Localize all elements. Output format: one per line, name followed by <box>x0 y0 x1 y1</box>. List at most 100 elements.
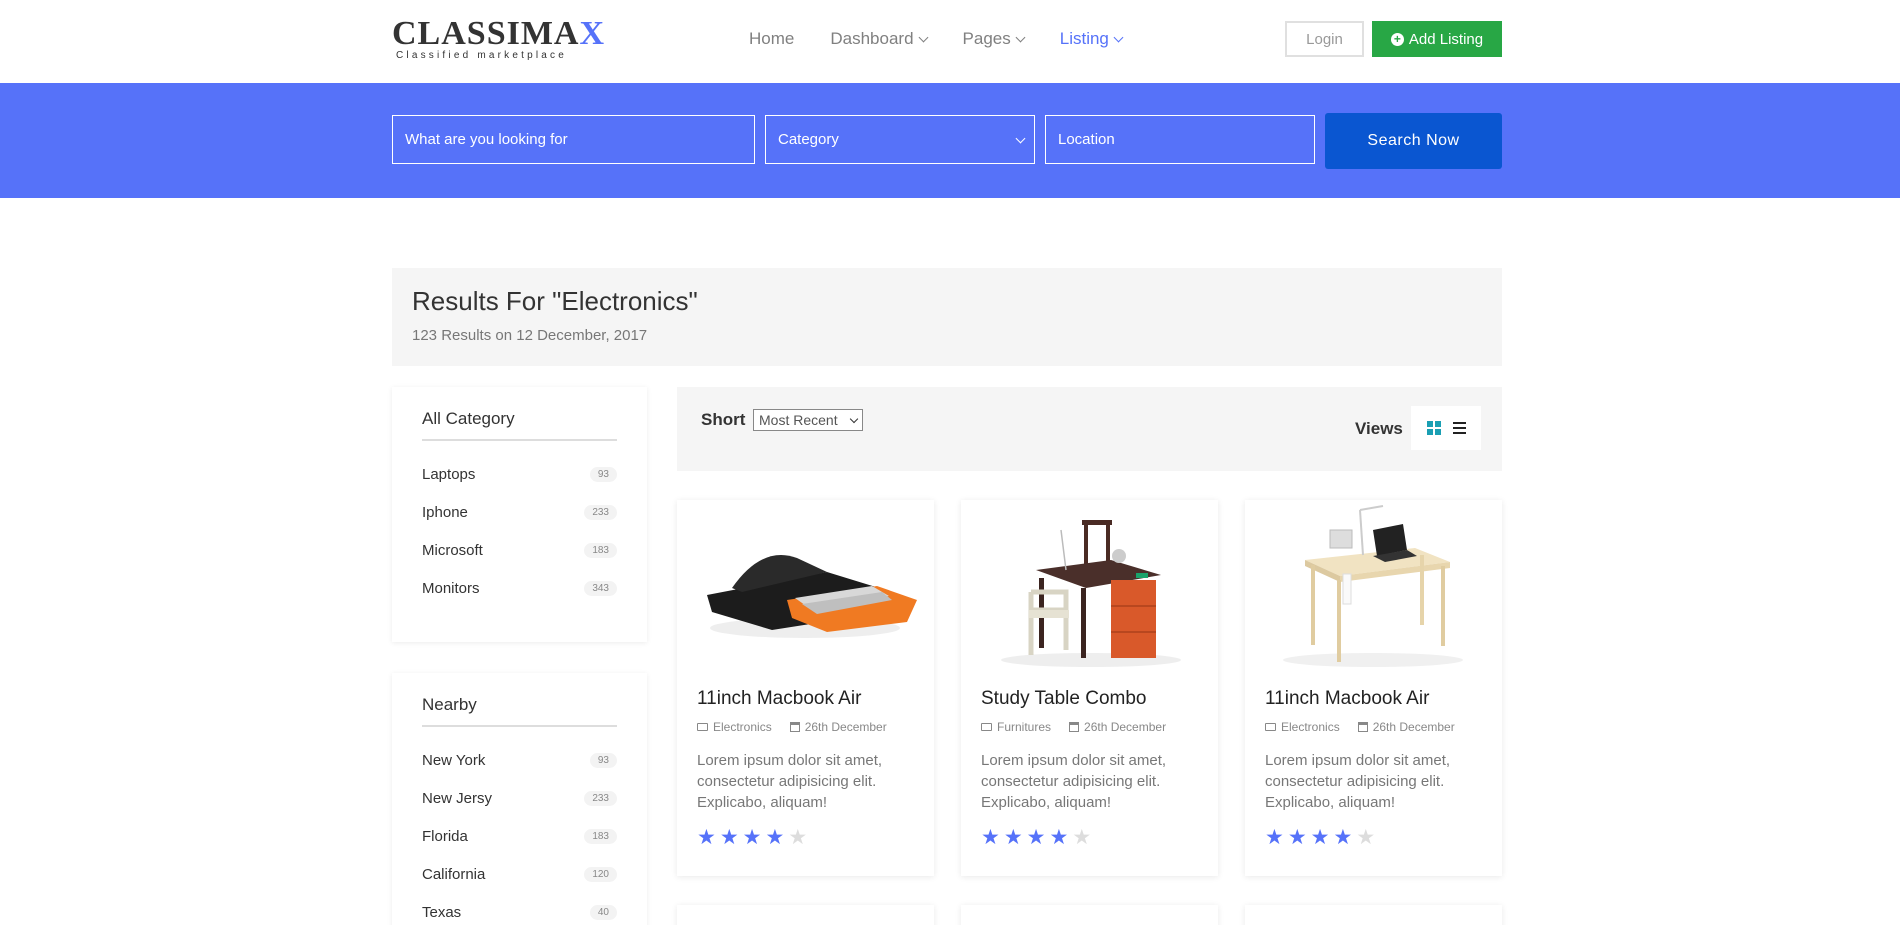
count-badge: 183 <box>584 828 617 844</box>
calendar-icon <box>1357 722 1368 732</box>
nav-home[interactable]: Home <box>749 29 794 49</box>
star-icon: ★ <box>1287 826 1307 849</box>
main-nav: Home Dashboard Pages Listing <box>749 29 1158 49</box>
listing-category-label: Electronics <box>713 720 772 734</box>
site-logo[interactable]: CLASSIMAX Classified marketplace <box>392 15 606 62</box>
listing-card[interactable] <box>677 905 934 925</box>
category-item-monitors[interactable]: Monitors 343 <box>422 569 617 607</box>
nearby-item-new-york[interactable]: New York 93 <box>422 741 617 779</box>
listing-card[interactable]: Study Table Combo Furnitures 26th Decemb… <box>961 500 1218 876</box>
listing-category[interactable]: Furnitures <box>981 720 1051 734</box>
sort-select[interactable]: Most Recent <box>753 409 863 431</box>
login-button[interactable]: Login <box>1285 21 1364 57</box>
folder-icon <box>1265 723 1276 731</box>
rating-stars: ★ ★ ★ ★ ★ <box>1265 827 1482 848</box>
listing-date-label: 26th December <box>804 720 887 734</box>
plus-circle-icon: + <box>1390 32 1404 46</box>
listing-card[interactable] <box>1245 905 1502 925</box>
star-icon: ★ <box>1333 826 1353 849</box>
site-header: CLASSIMAX Classified marketplace Home Da… <box>0 0 1900 83</box>
logo-text: CLASSIMA <box>392 15 580 52</box>
count-badge: 233 <box>584 504 617 520</box>
listing-title[interactable]: 11inch Macbook Air <box>1265 688 1482 710</box>
nav-pages[interactable]: Pages <box>962 29 1026 49</box>
listing-toolbar: Short Most Recent Views <box>677 387 1502 471</box>
listing-title[interactable]: 11inch Macbook Air <box>697 688 914 710</box>
search-input-placeholder: What are you looking for <box>405 131 568 148</box>
add-listing-button[interactable]: + Add Listing <box>1372 21 1502 57</box>
folder-icon <box>981 723 992 731</box>
listing-card[interactable]: 11inch Macbook Air Electronics 26th Dece… <box>1245 500 1502 876</box>
grid-view-icon[interactable] <box>1426 421 1441 435</box>
category-item-laptops[interactable]: Laptops 93 <box>422 455 617 493</box>
search-input[interactable]: What are you looking for <box>392 115 755 164</box>
nearby-item-label: California <box>422 865 486 883</box>
count-badge: 120 <box>584 866 617 882</box>
star-icon: ★ <box>1026 826 1046 849</box>
category-select-value: Category <box>778 131 839 148</box>
listing-category-label: Electronics <box>1281 720 1340 734</box>
results-header: Results For "Electronics" 123 Results on… <box>392 268 1502 366</box>
category-item-label: Laptops <box>422 465 476 483</box>
product-image-study-table[interactable] <box>961 500 1218 670</box>
category-item-label: Microsoft <box>422 541 483 559</box>
star-icon: ★ <box>1265 826 1284 849</box>
category-item-microsoft[interactable]: Microsoft 183 <box>422 531 617 569</box>
category-item-iphone[interactable]: Iphone 233 <box>422 493 617 531</box>
star-icon: ★ <box>765 826 785 849</box>
count-badge: 93 <box>589 752 617 768</box>
category-widget: All Category Laptops 93 Iphone 233 Microso… <box>392 387 647 642</box>
listing-category-label: Furnitures <box>997 720 1052 734</box>
nav-dashboard[interactable]: Dashboard <box>830 29 928 49</box>
count-badge: 233 <box>584 790 617 806</box>
listing-card[interactable]: 11inch Macbook Air Electronics 26th Dece… <box>677 500 934 876</box>
chevron-down-icon <box>1015 133 1026 143</box>
star-icon: ★ <box>697 826 716 849</box>
list-view-icon[interactable] <box>1452 422 1466 434</box>
category-widget-title: All Category <box>422 409 617 441</box>
results-subtitle: 123 Results on 12 December, 2017 <box>412 327 648 344</box>
nav-home-label: Home <box>749 29 795 48</box>
nearby-item-california[interactable]: California 120 <box>422 855 617 893</box>
nearby-item-label: New York <box>422 751 486 769</box>
chevron-down-icon <box>849 414 859 423</box>
nearby-widget: Nearby New York 93 New Jersy 233 Florida 18… <box>392 673 647 925</box>
star-icon: ★ <box>1310 826 1330 849</box>
count-badge: 93 <box>589 466 617 482</box>
nearby-item-texas[interactable]: Texas 40 <box>422 893 617 925</box>
search-now-button[interactable]: Search Now <box>1325 113 1502 169</box>
rating-stars: ★ ★ ★ ★ ★ <box>697 827 914 848</box>
star-icon: ★ <box>1072 826 1092 849</box>
logo-accent: X <box>579 15 606 52</box>
category-select[interactable]: Category <box>765 115 1035 164</box>
listing-description: Lorem ipsum dolor sit amet, consectetur … <box>981 752 1167 811</box>
chevron-down-icon <box>1015 32 1026 42</box>
star-icon: ★ <box>719 826 739 849</box>
listing-title[interactable]: Study Table Combo <box>981 688 1198 710</box>
listing-card[interactable] <box>961 905 1218 925</box>
nearby-item-label: New Jersy <box>422 789 493 807</box>
category-item-label: Iphone <box>422 503 468 521</box>
view-toggle <box>1411 406 1481 450</box>
listing-category[interactable]: Electronics <box>697 720 772 734</box>
views-label: Views <box>1355 419 1403 438</box>
nav-pages-label: Pages <box>962 29 1011 48</box>
listing-date-label: 26th December <box>1372 720 1455 734</box>
location-input-placeholder: Location <box>1058 131 1115 148</box>
add-listing-label: Add Listing <box>1408 30 1484 48</box>
calendar-icon <box>789 722 800 732</box>
nearby-widget-title: Nearby <box>422 695 617 727</box>
category-item-label: Monitors <box>422 579 480 597</box>
location-input[interactable]: Location <box>1045 115 1315 164</box>
product-image-laptop-bag[interactable] <box>677 500 934 670</box>
search-bar: What are you looking for Category Locati… <box>0 83 1900 198</box>
nav-listing-label: Listing <box>1059 29 1109 48</box>
nearby-item-new-jersy[interactable]: New Jersy 233 <box>422 779 617 817</box>
nearby-item-florida[interactable]: Florida 183 <box>422 817 617 855</box>
nav-listing[interactable]: Listing <box>1059 29 1124 49</box>
product-image-desk-laptop[interactable] <box>1245 500 1502 670</box>
count-badge: 183 <box>584 542 617 558</box>
folder-icon <box>697 723 708 731</box>
listing-description: Lorem ipsum dolor sit amet, consectetur … <box>1265 752 1451 811</box>
listing-category[interactable]: Electronics <box>1265 720 1340 734</box>
